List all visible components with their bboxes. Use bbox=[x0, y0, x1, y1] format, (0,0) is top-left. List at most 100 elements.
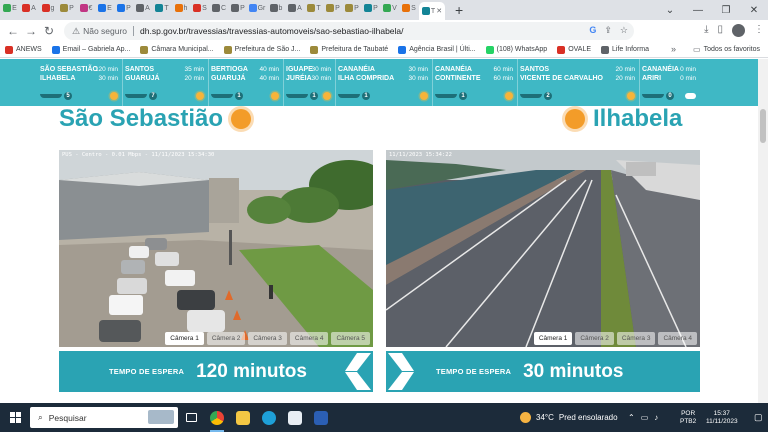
browser-tab[interactable]: A bbox=[134, 0, 152, 16]
bookmark-item[interactable]: ANEWS bbox=[5, 45, 42, 54]
camera-tab-2[interactable]: Câmera 2 bbox=[575, 332, 614, 345]
menu-icon[interactable]: ⋮ bbox=[754, 24, 764, 37]
tab-label: h bbox=[183, 4, 188, 12]
crossing-status-item[interactable]: Cananéia Continente 60 min 60 min 1 bbox=[433, 59, 518, 106]
bookmark-item[interactable]: Prefeitura de Taubaté bbox=[310, 45, 388, 54]
new-tab-button[interactable]: + bbox=[455, 2, 463, 18]
forward-icon[interactable]: → bbox=[22, 24, 40, 38]
tab-label: E bbox=[12, 4, 17, 12]
bookmark-item[interactable]: Life Informa bbox=[601, 45, 649, 54]
scrollbar-thumb[interactable] bbox=[760, 109, 766, 143]
crossing-status-item[interactable]: Iguape Juréia 30 min 30 min 1 bbox=[284, 59, 336, 106]
all-bookmarks-button[interactable]: ▭ Todos os favoritos bbox=[693, 45, 760, 54]
tab-favicon-icon bbox=[326, 4, 335, 12]
clock-time: 15:37 bbox=[713, 410, 730, 417]
start-button[interactable] bbox=[0, 412, 30, 423]
crossing-status-item[interactable]: Cananéia Ariri 0 min 0 min 0 bbox=[640, 59, 700, 106]
browser-tab[interactable]: g bbox=[39, 0, 57, 16]
tab-label: S bbox=[411, 4, 416, 12]
crossing-status-item[interactable]: São Sebastião Ilhabela 120 min 30 min 5 bbox=[38, 59, 123, 106]
browser-tab[interactable]: T bbox=[153, 0, 171, 16]
browser-tab[interactable]: T bbox=[305, 0, 323, 16]
camera-tab-1[interactable]: Câmera 1 bbox=[165, 332, 204, 345]
page-scrollbar[interactable] bbox=[758, 59, 768, 403]
volume-icon[interactable]: ♪ bbox=[654, 413, 658, 422]
wait-time-origin: 120 min bbox=[94, 66, 118, 73]
warning-icon[interactable]: ⚠ bbox=[72, 26, 80, 37]
tab-search-button[interactable]: ⌄ bbox=[656, 5, 684, 16]
profile-avatar[interactable] bbox=[732, 24, 745, 37]
security-label[interactable]: Não seguro bbox=[83, 26, 127, 36]
word-icon[interactable] bbox=[308, 403, 334, 432]
chrome-taskbar-icon[interactable] bbox=[204, 403, 230, 432]
language-indicator[interactable]: POR PTB2 bbox=[680, 410, 696, 426]
bookmark-item[interactable]: Email – Gabriela Ap... bbox=[51, 45, 130, 54]
bookmark-item[interactable]: Agência Brasil | Últi... bbox=[398, 45, 476, 54]
camera-tab-4[interactable]: Câmera 4 bbox=[658, 332, 697, 345]
taskbar-search[interactable]: ⌕ Pesquisar bbox=[30, 407, 178, 428]
side-panel-icon[interactable]: ▯ bbox=[717, 24, 723, 37]
camera-tab-3[interactable]: Câmera 3 bbox=[616, 332, 656, 345]
browser-tab[interactable]: Gr bbox=[248, 0, 266, 16]
crossing-status-item[interactable]: Cananéia Ilha Comprida 30 min 30 min 1 bbox=[336, 59, 433, 106]
bookmarks-overflow-button[interactable]: » bbox=[671, 44, 676, 54]
crossing-details: 0 bbox=[642, 92, 696, 100]
store-icon[interactable] bbox=[282, 403, 308, 432]
minimize-button[interactable]: — bbox=[684, 5, 712, 16]
crossing-status-item[interactable]: Santos Vicente de Carvalho 20 min 20 min 2 bbox=[518, 59, 640, 106]
taskbar-clock[interactable]: 15:37 11/11/2023 bbox=[706, 410, 738, 426]
browser-tab[interactable]: P bbox=[362, 0, 380, 16]
close-tab-icon[interactable]: ✕ bbox=[436, 7, 442, 15]
bookmarks-bar: ANEWS Email – Gabriela Ap... Câmara Munici… bbox=[0, 42, 768, 58]
share-icon[interactable]: ⇪ bbox=[604, 25, 612, 36]
tray-chevron-icon[interactable]: ⌃ bbox=[628, 413, 635, 422]
camera-tab-4[interactable]: Câmera 4 bbox=[289, 332, 329, 345]
browser-tab[interactable]: E bbox=[96, 0, 114, 16]
browser-tab[interactable]: P bbox=[115, 0, 133, 16]
bookmark-item[interactable]: OVALE bbox=[557, 45, 591, 54]
browser-tab[interactable]: A bbox=[20, 0, 38, 16]
reload-icon[interactable]: ↻ bbox=[40, 24, 58, 38]
browser-tab[interactable]: P bbox=[324, 0, 342, 16]
file-explorer-icon[interactable] bbox=[230, 403, 256, 432]
crossing-status-item[interactable]: Bertioga Guarujá 40 min 40 min 1 bbox=[209, 59, 284, 106]
crossing-status-item[interactable]: Santos Guarujá 35 min 20 min 7 bbox=[123, 59, 209, 106]
browser-tab[interactable]: h bbox=[172, 0, 190, 16]
camera-tab-1[interactable]: Câmera 1 bbox=[533, 332, 573, 345]
browser-tab[interactable]: C bbox=[210, 0, 228, 16]
browser-tab[interactable]: b bbox=[267, 0, 285, 16]
google-icon[interactable]: G bbox=[589, 25, 596, 36]
url-text[interactable]: dh.sp.gov.br/travessias/travessias-autom… bbox=[140, 26, 403, 36]
browser-tab[interactable]: P bbox=[343, 0, 361, 16]
edge-icon[interactable] bbox=[256, 403, 282, 432]
address-bar[interactable]: ⚠ Não seguro dh.sp.gov.br/travessias/tra… bbox=[64, 22, 634, 40]
browser-tab[interactable]: E bbox=[1, 0, 19, 16]
bookmark-item[interactable]: Prefeitura de São J... bbox=[223, 45, 300, 54]
task-view-icon[interactable] bbox=[178, 403, 204, 432]
tab-favicon-icon bbox=[364, 4, 373, 12]
bookmark-item[interactable]: (108) WhatsApp bbox=[485, 45, 547, 54]
browser-tab[interactable]: A bbox=[286, 0, 304, 16]
tab-label: P bbox=[354, 4, 359, 12]
camera-tab-2[interactable]: Câmera 2 bbox=[206, 332, 246, 345]
browser-tab[interactable]: P bbox=[229, 0, 247, 16]
browser-tab[interactable]: T ✕ bbox=[419, 2, 445, 20]
camera-tab-5[interactable]: Câmera 5 bbox=[331, 332, 370, 345]
browser-tab[interactable]: S bbox=[191, 0, 209, 16]
download-icon[interactable]: ⤓ bbox=[704, 24, 708, 37]
taskbar-weather[interactable]: 34°C Pred ensolarado bbox=[520, 403, 618, 432]
maximize-button[interactable]: ❐ bbox=[712, 5, 740, 16]
bookmark-item[interactable]: Câmara Municipal... bbox=[140, 45, 214, 54]
tab-strip: E Ag P € E P A Th S C P Gr b A T P P P V S T ✕ + ⌄ — ❐ ✕ bbox=[0, 0, 768, 20]
back-icon[interactable]: ← bbox=[4, 24, 22, 38]
bookmark-star-icon[interactable]: ☆ bbox=[620, 25, 628, 36]
browser-tab[interactable]: S bbox=[400, 0, 418, 16]
sun-icon bbox=[196, 92, 204, 100]
network-icon[interactable]: ▭ bbox=[641, 413, 649, 422]
notification-icon[interactable]: ▢ bbox=[754, 412, 763, 423]
camera-tab-3[interactable]: Câmera 3 bbox=[248, 332, 287, 345]
close-window-button[interactable]: ✕ bbox=[740, 5, 768, 16]
browser-tab[interactable]: P bbox=[58, 0, 76, 16]
browser-tab[interactable]: € bbox=[77, 0, 95, 16]
browser-tab[interactable]: V bbox=[381, 0, 399, 16]
